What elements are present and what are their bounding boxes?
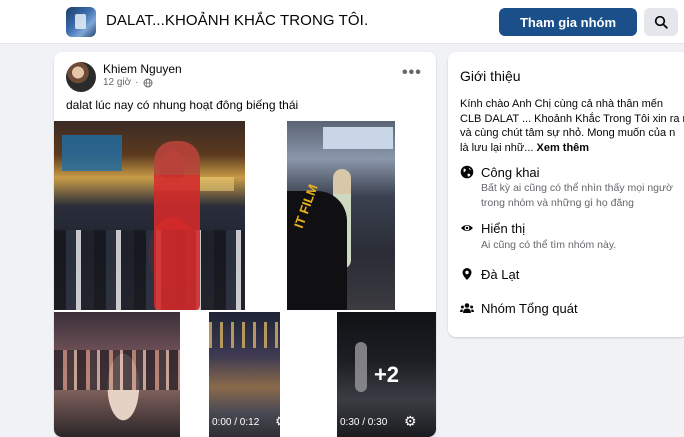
group-location[interactable]: Đà Lạt [481,267,519,282]
play-icon[interactable] [192,416,202,428]
see-more-link[interactable]: Xem thêm [537,142,590,154]
about-title: Giới thiệu [460,68,521,84]
post-photo-3[interactable] [54,312,180,437]
video-2-controls: 0:30 / 0:30 [316,412,387,432]
post-photo-2[interactable]: IT FILM [287,121,395,310]
privacy-public-desc-2: trong nhóm và những gì họ đăng [481,197,634,209]
post-time[interactable]: 12 giờ [103,77,131,88]
globe-icon [460,165,474,179]
group-intro: Kính chào Anh Chị cùng cả nhà thân mến C… [460,97,684,155]
post-author[interactable]: Khiem Nguyen [103,62,182,76]
intro-line: CLB DALAT ... Khoảnh Khắc Trong Tôi xin … [460,112,684,125]
group-cover-thumbnail[interactable] [66,7,96,37]
intro-line: và cùng chút tâm sự nhỏ. Mong muốn của n [460,127,676,139]
visibility-desc: Ai cũng có thể tìm nhóm này. [481,239,617,251]
group-type: Nhóm Tổng quát [481,301,578,316]
author-avatar[interactable] [66,62,96,92]
dot-separator: · [135,77,139,88]
join-group-button[interactable]: Tham gia nhóm [499,8,637,36]
about-card: Giới thiệu Kính chào Anh Chị cùng cả nhà… [448,52,684,337]
globe-icon [143,78,153,87]
post-photo-1[interactable] [54,121,245,310]
video-2-time: 0:30 / 0:30 [340,416,388,428]
replay-icon[interactable] [316,415,330,429]
privacy-public-title: Công khai [481,165,540,180]
video-1-time: 0:00 / 0:12 [212,416,260,428]
post-text: dalat lúc nay có nhung hoạt đông biếng t… [66,98,299,112]
visibility-title: Hiển thị [481,221,526,236]
people-icon [460,303,474,313]
location-pin-icon [462,268,472,280]
search-icon [654,15,668,29]
intro-line: là lưu lại nhữ... [460,141,534,154]
privacy-public-desc-1: Bất kỳ ai cũng có thể nhìn thấy mọi ngườ [481,182,673,194]
search-button[interactable] [644,8,678,36]
group-name[interactable]: DALAT...KHOẢNH KHẮC TRONG TÔI. [106,12,368,29]
intro-line: Kính chào Anh Chị cùng cả nhà thân mến [460,98,664,110]
more-media-count[interactable]: +2 [337,362,436,388]
gear-icon[interactable]: ⚙ [404,413,417,430]
more-options-icon[interactable]: ••• [402,64,422,82]
post-card: Khiem Nguyen 12 giờ · ••• dalat lúc nay … [54,52,436,437]
video-1-controls: 0:00 / 0:12 [192,412,259,432]
intro-line-last: là lưu lại nhữ... Xem thêm [460,141,684,156]
gear-icon[interactable]: ⚙ [275,413,288,430]
post-meta: 12 giờ · [103,77,153,88]
group-header: DALAT...KHOẢNH KHẮC TRONG TÔI. Tham gia … [0,0,684,44]
eye-icon [461,225,473,231]
